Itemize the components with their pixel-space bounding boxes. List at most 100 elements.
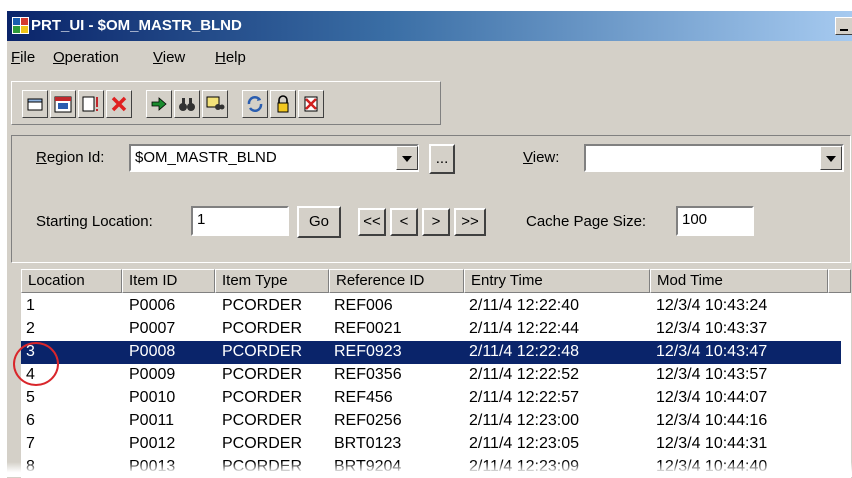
cell-reference-id: BRT0123 xyxy=(334,435,402,452)
cell-reference-id: REF456 xyxy=(334,389,393,406)
region-id-value: $OM_MASTR_BLND xyxy=(135,149,277,166)
app-icon xyxy=(12,17,29,34)
items-table: Location Item ID Item Type Reference ID … xyxy=(21,269,851,478)
column-header-entry-time[interactable]: Entry Time xyxy=(464,269,650,293)
starting-location-value: 1 xyxy=(197,211,206,228)
go-arrow-icon xyxy=(151,97,167,111)
new-button[interactable] xyxy=(22,90,48,118)
menu-help-hotkey: H xyxy=(215,49,226,66)
view-label-text: iew: xyxy=(532,149,560,166)
menu-view[interactable]: View xyxy=(153,49,185,66)
cell-location: 6 xyxy=(26,412,35,429)
cell-mod-time: 12/3/4 10:44:31 xyxy=(656,435,768,452)
cache-page-size-value: 100 xyxy=(682,211,708,228)
cell-reference-id: REF0021 xyxy=(334,320,402,337)
cell-item-id: P0008 xyxy=(129,343,176,360)
cell-reference-id: REF0923 xyxy=(334,343,402,360)
menu-help[interactable]: Help xyxy=(215,49,246,66)
window-title: PRT_UI - $OM_MASTR_BLND xyxy=(31,17,242,34)
last-page-button[interactable]: >> xyxy=(454,208,486,236)
refresh-button[interactable] xyxy=(242,90,268,118)
cell-item-id: P0006 xyxy=(129,297,176,314)
starting-location-input[interactable]: 1 xyxy=(191,206,289,236)
table-row[interactable]: 6 P0011 PCORDER REF0256 2/11/4 12:23:00 12/3/… xyxy=(21,410,841,433)
cell-location: 2 xyxy=(26,320,35,337)
cell-item-type: PCORDER xyxy=(222,435,303,452)
column-header-filler xyxy=(828,269,851,293)
menu-operation-label: peration xyxy=(64,49,119,66)
title-bar[interactable]: PRT_UI - $OM_MASTR_BLND xyxy=(7,11,852,41)
column-header-location[interactable]: Location xyxy=(21,269,122,293)
first-page-button[interactable]: << xyxy=(358,208,386,236)
cell-item-id: P0007 xyxy=(129,320,176,337)
lock-button[interactable] xyxy=(270,90,296,118)
cache-page-size-label: Cache Page Size: xyxy=(526,213,647,230)
calendar-icon xyxy=(54,96,72,113)
view-label-hotkey: V xyxy=(523,149,533,166)
cell-item-type: PCORDER xyxy=(222,412,303,429)
menu-operation[interactable]: Operation xyxy=(53,49,119,66)
table-row[interactable]: 4 P0009 PCORDER REF0356 2/11/4 12:22:52 12/3/… xyxy=(21,364,841,387)
cell-location: 5 xyxy=(26,389,35,406)
view-dropdown-button[interactable] xyxy=(820,146,842,170)
cell-entry-time: 2/11/4 12:22:40 xyxy=(469,297,580,314)
column-header-item-type[interactable]: Item Type xyxy=(215,269,329,293)
table-row[interactable]: 2 P0007 PCORDER REF0021 2/11/4 12:22:44 12/3/… xyxy=(21,318,841,341)
region-browse-button[interactable]: ... xyxy=(429,144,455,174)
cancel-document-icon xyxy=(304,96,318,112)
table-row[interactable]: 5 P0010 PCORDER REF456 2/11/4 12:22:57 12/3/4… xyxy=(21,387,841,410)
next-page-button[interactable]: > xyxy=(422,208,450,236)
cell-item-id: P0012 xyxy=(129,435,176,452)
menu-file[interactable]: File xyxy=(11,49,35,66)
menu-view-label: iew xyxy=(162,49,186,66)
region-id-label: Region Id: xyxy=(36,149,104,166)
highlight-circle xyxy=(13,342,59,386)
delete-icon xyxy=(111,96,127,112)
view-label: View: xyxy=(523,149,559,166)
cell-mod-time: 12/3/4 10:43:37 xyxy=(656,320,768,337)
cell-item-id: P0010 xyxy=(129,389,176,406)
cell-item-type: PCORDER xyxy=(222,389,303,406)
cell-reference-id: REF006 xyxy=(334,297,393,314)
table-row[interactable]: 1 P0006 PCORDER REF006 2/11/4 12:22:40 12/3/4… xyxy=(21,295,841,318)
cell-entry-time: 2/11/4 12:22:44 xyxy=(469,320,580,337)
cancel-document-button[interactable] xyxy=(298,90,324,118)
column-header-mod-time[interactable]: Mod Time xyxy=(650,269,828,293)
cell-item-id: P0009 xyxy=(129,366,176,383)
table-row[interactable]: 3 P0008 PCORDER REF0923 2/11/4 12:22:48 12/3/… xyxy=(21,341,841,364)
cell-item-type: PCORDER xyxy=(222,297,303,314)
cell-mod-time: 12/3/4 10:43:47 xyxy=(656,343,768,360)
alert-document-button[interactable] xyxy=(78,90,104,118)
application-window: PRT_UI - $OM_MASTR_BLND File Operation V… xyxy=(6,10,852,478)
alert-document-icon xyxy=(82,96,98,112)
cell-reference-id: REF0256 xyxy=(334,412,402,429)
delete-button[interactable] xyxy=(106,90,132,118)
go-arrow-button[interactable] xyxy=(146,90,172,118)
cell-entry-time: 2/11/4 12:22:48 xyxy=(469,343,580,360)
binoculars-button[interactable] xyxy=(174,90,200,118)
go-button[interactable]: Go xyxy=(297,206,341,238)
cell-entry-time: 2/11/4 12:23:00 xyxy=(469,412,580,429)
calendar-button[interactable] xyxy=(50,90,76,118)
column-header-reference-id[interactable]: Reference ID xyxy=(329,269,464,293)
refresh-icon xyxy=(247,96,263,112)
cell-item-id: P0011 xyxy=(129,412,175,429)
filter-panel: Region Id: $OM_MASTR_BLND ... View: Star… xyxy=(11,135,851,263)
table-row[interactable]: 7 P0012 PCORDER BRT0123 2/11/4 12:23:05 12/3/… xyxy=(21,433,841,456)
cache-page-size-input[interactable]: 100 xyxy=(676,206,754,236)
chevron-down-icon xyxy=(402,156,412,162)
view-select[interactable] xyxy=(584,144,844,172)
minimize-button[interactable] xyxy=(835,17,852,35)
region-id-select[interactable]: $OM_MASTR_BLND xyxy=(129,144,419,172)
cell-mod-time: 12/3/4 10:43:57 xyxy=(656,366,768,383)
region-id-dropdown-button[interactable] xyxy=(396,146,418,170)
find-replace-button[interactable] xyxy=(202,90,228,118)
cell-item-type: PCORDER xyxy=(222,320,303,337)
starting-location-label: Starting Location: xyxy=(36,213,153,230)
cell-location: 7 xyxy=(26,435,35,452)
cell-mod-time: 12/3/4 10:43:24 xyxy=(656,297,768,314)
cell-mod-time: 12/3/4 10:44:07 xyxy=(656,389,768,406)
cell-entry-time: 2/11/4 12:22:57 xyxy=(469,389,580,406)
previous-page-button[interactable]: < xyxy=(390,208,418,236)
column-header-item-id[interactable]: Item ID xyxy=(122,269,215,293)
